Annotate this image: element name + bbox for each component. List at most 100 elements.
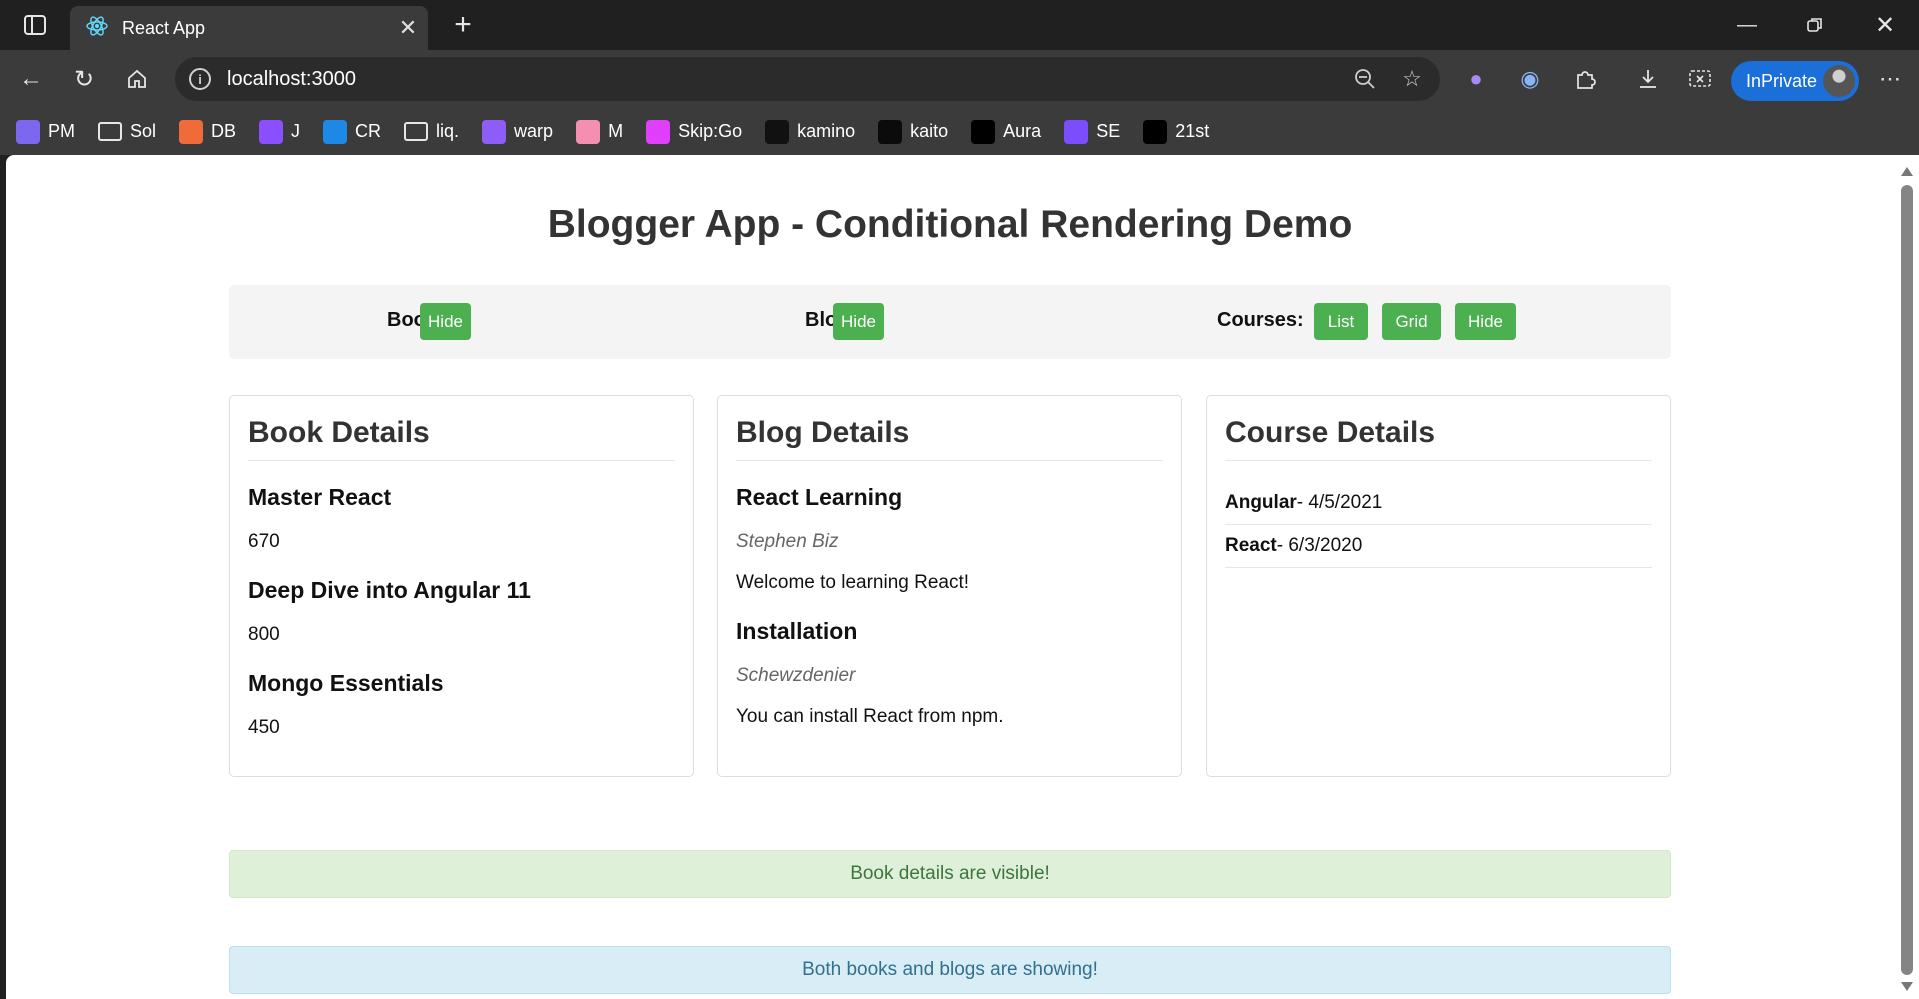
scroll-down-icon[interactable] (1901, 982, 1913, 991)
blog-details-heading: Blog Details (736, 416, 910, 449)
address-bar[interactable]: i localhost:3000 ☆ (175, 57, 1440, 101)
aura-icon (971, 119, 996, 144)
course-item: Angular - 4/5/2021 (1225, 482, 1652, 525)
warp-icon (482, 119, 507, 144)
book-details-card: Book Details Master React 670 Deep Dive … (229, 395, 694, 777)
blog-title: React Learning (736, 484, 903, 510)
bookmark-label: kamino (797, 121, 856, 141)
bookmark-item[interactable]: CR (323, 119, 382, 144)
courses-list-button[interactable]: List (1314, 303, 1368, 340)
bookmark-item[interactable]: J (259, 119, 301, 144)
extension-browser-icon[interactable]: ◉ (1507, 50, 1553, 108)
skipgo-icon (646, 119, 671, 144)
more-options-icon[interactable]: ⋯ (1867, 50, 1913, 108)
bookmark-label: DB (211, 121, 237, 141)
bookmark-item[interactable]: liq. (404, 121, 459, 142)
book-price: 670 (248, 531, 280, 552)
blog-author: Stephen Biz (736, 531, 839, 552)
bookmark-label: J (291, 121, 301, 141)
extension-ghost-icon[interactable]: ● (1453, 50, 1499, 108)
close-window-icon[interactable]: ✕ (1862, 0, 1908, 50)
bookmark-label: CR (355, 121, 382, 141)
title-bar: React App ✕ + — ✕ (0, 0, 1919, 50)
page-viewport: Blogger App - Conditional Rendering Demo… (6, 155, 1894, 999)
bookmark-label: PM (48, 121, 75, 141)
restore-icon[interactable] (1792, 0, 1838, 50)
vertical-scrollbar[interactable] (1894, 155, 1919, 999)
bookmark-item[interactable]: DB (179, 119, 237, 144)
course-name: Angular (1225, 492, 1297, 513)
book-title: Mongo Essentials (248, 670, 444, 696)
se-icon (1064, 119, 1089, 144)
new-tab-icon[interactable]: + (440, 0, 486, 50)
zoom-icon[interactable] (1345, 57, 1385, 101)
bookmark-item[interactable]: Sol (98, 121, 156, 142)
site-info-icon[interactable]: i (189, 68, 211, 90)
books-visible-alert: Book details are visible! (229, 850, 1671, 898)
bookmark-label: Sol (130, 121, 157, 141)
avatar (1823, 65, 1855, 97)
blog-content: You can install React from npm. (736, 706, 1004, 727)
tab-title: React App (122, 17, 206, 38)
course-details-heading: Course Details (1225, 416, 1436, 449)
browser-chrome: React App ✕ + — ✕ ← ↻ i localhost:3000 ☆… (0, 0, 1919, 155)
inprivate-label: InPrivate (1746, 70, 1818, 91)
sidebar-toggle-icon[interactable] (10, 0, 60, 50)
m-icon (576, 119, 601, 144)
books-blogs-alert: Both books and blogs are showing! (229, 946, 1671, 994)
bookmark-item[interactable]: PM (16, 119, 75, 144)
courses-grid-button[interactable]: Grid (1382, 303, 1441, 340)
extensions-puzzle-icon[interactable] (1562, 50, 1608, 108)
bookmark-item[interactable]: kaito (878, 119, 949, 144)
bookmark-label: M (608, 121, 624, 141)
folder-icon (404, 122, 429, 141)
bookmarks-bar: PM Sol DB J CR liq. warp M Skip:Go kamino kaito Aur… (0, 108, 1919, 155)
scrollbar-thumb[interactable] (1901, 185, 1913, 975)
bookmark-item[interactable]: kamino (765, 119, 856, 144)
home-icon[interactable] (114, 50, 160, 108)
blogs-hide-button[interactable]: Hide (833, 303, 884, 340)
bookmark-label: liq. (436, 121, 460, 141)
bookmark-label: Skip:Go (678, 121, 743, 141)
divider (1225, 460, 1652, 461)
kaito-icon (878, 119, 903, 144)
books-hide-button[interactable]: Hide (420, 303, 471, 340)
cr-icon (323, 119, 348, 144)
page-title: Blogger App - Conditional Rendering Demo (547, 203, 1353, 246)
inprivate-profile-button[interactable]: InPrivate (1731, 61, 1859, 101)
toggle-controls-panel: Books: Hide Blogs: Hide Courses: List Gr… (229, 285, 1671, 359)
download-icon[interactable] (1625, 50, 1671, 108)
bookmark-item[interactable]: Skip:Go (646, 119, 743, 144)
book-price: 450 (248, 717, 280, 738)
scroll-up-icon[interactable] (1901, 167, 1913, 176)
bookmark-item[interactable]: warp (482, 119, 553, 144)
bookmark-label: kaito (910, 121, 949, 141)
bookmark-item[interactable]: Aura (971, 119, 1042, 144)
kamino-icon (765, 119, 790, 144)
favorite-star-icon[interactable]: ☆ (1392, 57, 1432, 101)
folder-icon (98, 122, 122, 141)
minimize-icon[interactable]: — (1724, 0, 1770, 50)
refresh-icon[interactable]: ↻ (61, 50, 107, 108)
21st-icon (1143, 119, 1168, 144)
courses-label: Courses: (1217, 309, 1304, 331)
course-date: - 6/3/2020 (1276, 535, 1363, 556)
j-icon (259, 119, 284, 144)
close-tab-icon[interactable]: ✕ (388, 15, 428, 41)
course-item: React - 6/3/2020 (1225, 525, 1652, 568)
gmail-icon (16, 119, 40, 144)
address-toolbar: ← ↻ i localhost:3000 ☆ ● ◉ InPrivate ⋯ (0, 50, 1919, 108)
bookmark-item[interactable]: 21st (1143, 119, 1209, 144)
blog-content: Welcome to learning React! (736, 572, 970, 593)
blog-details-card: Blog Details React Learning Stephen Biz … (717, 395, 1182, 777)
divider (736, 460, 1163, 461)
courses-hide-button[interactable]: Hide (1455, 303, 1516, 340)
bookmark-label: Aura (1003, 121, 1042, 141)
tab-react-app[interactable]: React App ✕ (70, 6, 428, 50)
book-title: Master React (248, 484, 392, 510)
screenshot-icon[interactable] (1677, 50, 1723, 108)
bookmark-item[interactable]: M (576, 119, 624, 144)
bookmark-item[interactable]: SE (1064, 119, 1120, 144)
back-icon[interactable]: ← (8, 50, 54, 108)
course-details-card: Course Details Angular - 4/5/2021 React … (1206, 395, 1671, 777)
